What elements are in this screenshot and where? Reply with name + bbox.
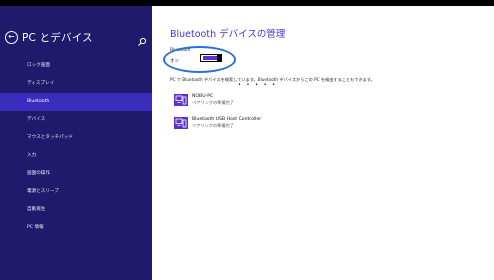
bluetooth-device-icon xyxy=(174,117,188,129)
sidebar-item-bluetooth[interactable]: Bluetooth xyxy=(0,93,152,111)
sidebar-item-devices[interactable]: デバイス xyxy=(0,111,152,129)
sidebar-nav: ロック画面 ディスプレイ Bluetooth デバイス マウスとタッチパッド 入… xyxy=(0,57,152,237)
sidebar-item-display[interactable]: ディスプレイ xyxy=(0,75,152,93)
device-item[interactable]: Bluetooth USB Host Controller ペアリングの準備完了 xyxy=(174,117,261,129)
device-status: ペアリングの準備完了 xyxy=(192,100,234,105)
device-item[interactable]: NOBU-PC ペアリングの準備完了 xyxy=(174,94,234,106)
bluetooth-device-icon xyxy=(174,94,188,106)
sidebar-item-autoplay[interactable]: 自動再生 xyxy=(0,201,152,219)
sidebar-item-pc-info[interactable]: PC 情報 xyxy=(0,219,152,237)
sidebar-item-lock-screen[interactable]: ロック画面 xyxy=(0,57,152,75)
search-icon[interactable] xyxy=(137,32,147,46)
sidebar: ← PC とデバイス ロック画面 ディスプレイ Bluetooth デバイス マ… xyxy=(0,6,152,280)
sidebar-item-typing[interactable]: 入力 xyxy=(0,147,152,165)
back-arrow-icon[interactable]: ← xyxy=(5,30,18,44)
page-title: Bluetooth デバイスの管理 xyxy=(170,29,286,40)
device-status: ペアリングの準備完了 xyxy=(192,123,234,128)
sidebar-item-power-sleep[interactable]: 電源とスリープ xyxy=(0,183,152,201)
highlight-ring xyxy=(163,46,236,73)
sidebar-item-corners-edges[interactable]: 画面の操作 xyxy=(0,165,152,183)
sidebar-title: PC とデバイス xyxy=(22,31,93,44)
sidebar-header: ← PC とデバイス xyxy=(5,28,93,46)
busy-indicator: • • • • • xyxy=(238,82,278,88)
sidebar-item-mouse-touchpad[interactable]: マウスとタッチパッド xyxy=(0,129,152,147)
main-content: Bluetooth デバイスの管理 Bluetooth オン PC で Blue… xyxy=(152,6,494,280)
